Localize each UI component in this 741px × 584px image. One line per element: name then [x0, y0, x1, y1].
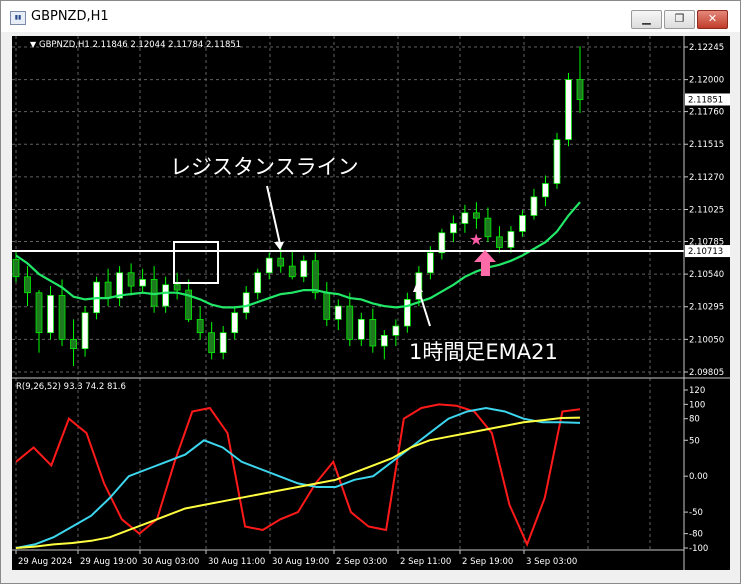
chart-window-icon: ▮▮: [10, 11, 26, 25]
candle-body: [219, 332, 227, 354]
candle-body: [553, 139, 561, 184]
candle-body: [35, 292, 43, 334]
candle-body: [139, 279, 146, 287]
candle-body: [104, 281, 112, 299]
time-tick-label: 2 Sep 19:00: [462, 557, 513, 567]
time-tick-label: 30 Aug 11:00: [208, 557, 265, 567]
candle-body: [519, 215, 526, 232]
chart-area[interactable]: レジスタンスライン 1時間足EMA21 ★ ▼ GBPNZD,H1 2.1184…: [12, 36, 730, 570]
osc-tick-label: 100: [689, 400, 705, 410]
candle-body: [277, 257, 285, 267]
candle-body: [369, 319, 377, 347]
chart-window: ▮▮ GBPNZD,H1 ▁ ❐ ✕ レジスタンスライン 1時間足EMA21 ★…: [0, 0, 741, 584]
title-bar[interactable]: ▮▮ GBPNZD,H1 ▁ ❐ ✕: [1, 1, 740, 32]
time-tick-label: 3 Sep 03:00: [526, 557, 577, 567]
collapse-triangle-icon[interactable]: ▼: [30, 40, 37, 49]
time-tick-label: 2 Sep 11:00: [400, 557, 451, 567]
candle-body: [254, 272, 262, 294]
candle-body: [507, 231, 515, 248]
price-tick-label: 2.11270: [689, 173, 724, 183]
candle-body: [484, 217, 492, 238]
candle-body: [542, 183, 549, 198]
osc-tick-label: 80: [689, 415, 700, 425]
time-tick-label: 30 Aug 19:00: [272, 557, 329, 567]
current-price-tag: 2.11851: [688, 95, 723, 105]
minimize-button[interactable]: ▁: [631, 10, 662, 29]
candle-body: [496, 236, 503, 248]
candle-body: [208, 332, 216, 354]
price-tick-label: 2.11515: [689, 140, 724, 150]
candle-body: [565, 79, 572, 140]
candle-body: [288, 265, 296, 278]
price-tick-label: 2.09805: [689, 368, 724, 378]
star-marker: ★: [469, 230, 483, 249]
close-button[interactable]: ✕: [697, 10, 728, 29]
osc-tick-label: 120: [689, 386, 705, 396]
candle-body: [70, 339, 77, 350]
candle-body: [58, 295, 66, 340]
candle-body: [81, 312, 89, 350]
candle-body: [47, 295, 54, 334]
price-tick-label: 2.12000: [689, 76, 724, 86]
osc-tick-label: 50: [689, 436, 700, 446]
time-tick-label: 2 Sep 03:00: [336, 557, 387, 567]
price-tick-label: 2.10050: [689, 335, 724, 345]
candle-body: [438, 232, 446, 254]
osc-tick-label: -50: [689, 508, 703, 518]
time-tick-label: 29 Aug 2024: [18, 557, 72, 567]
restore-button[interactable]: ❐: [664, 10, 695, 29]
candle-body: [530, 196, 538, 216]
symbol-info-line: GBPNZD,H1 2.11846 2.12044 2.11784 2.1185…: [39, 40, 241, 50]
osc-tick-label: -100: [689, 544, 708, 554]
candle-body: [265, 257, 273, 274]
candle-body: [196, 319, 204, 334]
osc-tick-label: 0.00: [689, 472, 708, 482]
candle-body: [231, 312, 239, 334]
candle-body: [380, 335, 388, 347]
candle-body: [461, 212, 469, 224]
candle-body: [427, 252, 434, 274]
osc-tick-label: -80: [689, 530, 703, 540]
candle-body: [323, 292, 331, 320]
window-title: GBPNZD,H1: [31, 9, 109, 24]
candle-body: [403, 299, 411, 327]
price-tick-label: 2.10295: [689, 303, 724, 313]
price-tick-label: 2.10540: [689, 270, 724, 280]
candle-body: [346, 305, 354, 340]
price-tick-label: 2.11760: [689, 108, 724, 118]
candle-body: [242, 292, 250, 314]
line-price-tag: 2.10713: [688, 247, 723, 257]
candle-body: [392, 325, 400, 336]
candle-body: [576, 79, 584, 100]
candle-body: [24, 276, 31, 294]
close-icon: ✕: [707, 12, 718, 25]
candle-body: [12, 259, 20, 278]
restore-icon: ❐: [674, 12, 685, 25]
ema-annotation: 1時間足EMA21: [409, 340, 558, 364]
candle-body: [173, 284, 181, 291]
time-tick-label: 29 Aug 19:00: [80, 557, 137, 567]
chart-svg[interactable]: レジスタンスライン 1時間足EMA21 ★ ▼ GBPNZD,H1 2.1184…: [12, 36, 730, 570]
time-tick-label: 30 Aug 03:00: [142, 557, 199, 567]
oscillator-label: R(9,26,52) 93.3 74.2 81.6: [16, 382, 126, 392]
minimize-icon: ▁: [642, 12, 651, 25]
candle-body: [127, 272, 135, 287]
price-tick-label: 2.11025: [689, 206, 724, 216]
candle-body: [450, 223, 457, 234]
candle-body: [334, 305, 342, 320]
candle-body: [357, 319, 365, 340]
price-tick-label: 2.12245: [689, 43, 724, 53]
resistance-annotation: レジスタンスライン: [170, 155, 359, 179]
candle-body: [162, 284, 169, 307]
candle-body: [473, 212, 480, 219]
candle-body: [300, 260, 308, 278]
candle-body: [311, 260, 319, 294]
